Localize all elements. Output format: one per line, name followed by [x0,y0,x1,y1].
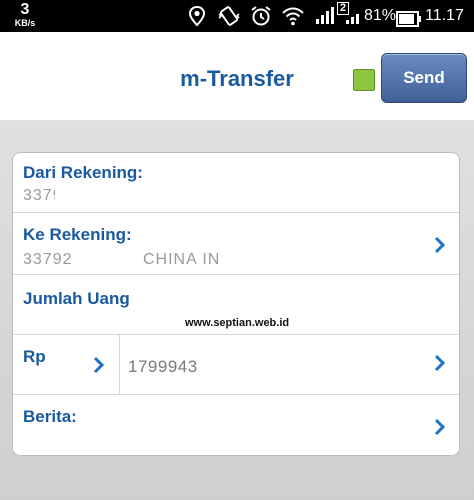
currency-amount-row: Rp 1799943 [13,335,459,395]
from-account-row[interactable]: Dari Rekening: 33791 [13,153,459,213]
wifi-icon [282,7,304,26]
masked-account-name [225,247,355,271]
app-header: m-Transfer Send [0,32,474,120]
chevron-right-icon [434,236,446,254]
status-bar: 3 KB/s 2 81% 11.17 [0,0,474,32]
chevron-right-icon [434,418,446,436]
watermark-text: www.septian.web.id [185,317,290,329]
amount-input[interactable]: 1799943 [128,357,198,377]
masked-account-number [55,183,165,207]
battery-percentage: 81% [364,7,397,24]
field-divider [119,335,120,395]
masked-account-number [75,247,133,271]
from-account-label: Dari Rekening: [23,163,143,182]
note-label: Berita: [23,407,77,426]
send-button[interactable]: Send [381,53,467,103]
vibrate-icon [218,6,240,26]
to-account-row[interactable]: Ke Rekening: 33792 CHINA IN [13,213,459,275]
currency-label: Rp [23,347,46,366]
to-account-value: 33792 [23,251,73,268]
note-row[interactable]: Berita: [13,395,459,455]
amount-label: Jumlah Uang [23,289,130,308]
signal-sim2-icon [346,14,359,24]
location-icon [188,5,206,27]
clock: 11.17 [425,7,464,24]
network-speed-value: 3 [20,1,30,18]
network-speed-unit: KB/s [14,18,36,28]
signal-sim1-icon [316,7,334,24]
alarm-icon [251,6,271,26]
network-speed-indicator: 3 KB/s [8,2,42,28]
to-account-name: CHINA IN [143,251,221,268]
transfer-form: Dari Rekening: 33791 Ke Rekening: 33792 … [12,152,460,456]
amount-section-row: Jumlah Uang www.septian.web.id [13,275,459,335]
to-account-label: Ke Rekening: [23,225,132,244]
status-indicator [353,69,375,91]
battery-icon [396,11,421,27]
currency-chevron-icon[interactable] [92,355,106,375]
chevron-right-icon[interactable] [433,353,447,373]
